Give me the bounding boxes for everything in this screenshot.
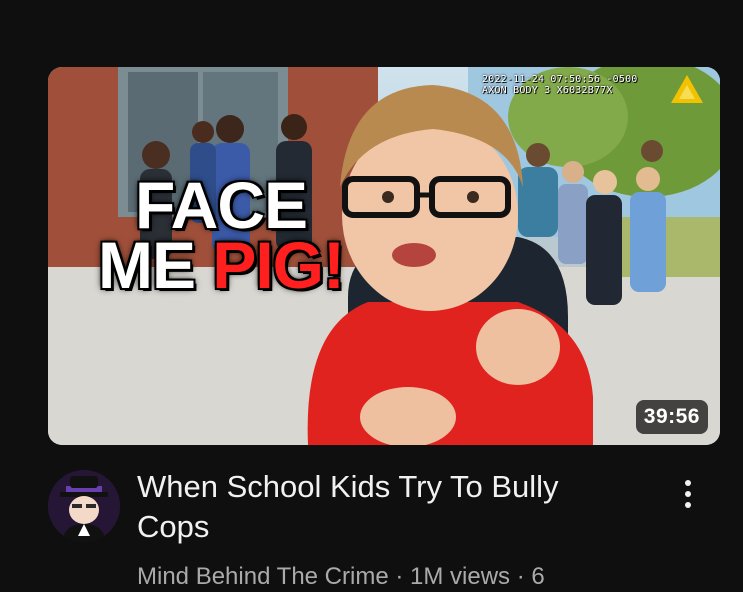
bodycam-timestamp: 2022-11-24 07:50:56 -0500 AXON BODY 3 X6…: [482, 74, 638, 96]
overlay-word-me: ME: [97, 228, 196, 302]
meta-separator: ·: [510, 563, 532, 590]
menu-dot: [685, 502, 691, 508]
menu-dot: [685, 480, 691, 486]
video-card[interactable]: 2022-11-24 07:50:56 -0500 AXON BODY 3 X6…: [0, 0, 743, 590]
more-vert-icon[interactable]: [668, 472, 708, 516]
thumbnail-overlay-text: FACE ME PIG!: [76, 168, 366, 298]
overlay-line-1: FACE: [134, 168, 308, 242]
channel-avatar-icon[interactable]: [48, 470, 120, 542]
upload-age: 6: [531, 563, 545, 590]
channel-name[interactable]: Mind Behind The Crime: [137, 563, 389, 590]
video-title[interactable]: When School Kids Try To Bully Cops: [137, 467, 617, 547]
overlay-word-pig: PIG!: [212, 228, 345, 302]
menu-dot: [685, 491, 691, 497]
video-thumbnail[interactable]: 2022-11-24 07:50:56 -0500 AXON BODY 3 X6…: [48, 67, 720, 445]
axon-logo-icon: [671, 75, 703, 103]
bodycam-device: AXON BODY 3 X6032B77X: [482, 85, 613, 96]
bodycam-date: 2022-11-24 07:50:56 -0500: [482, 74, 638, 85]
video-metadata: Mind Behind The Crime · 1M views · 6: [137, 562, 657, 592]
duration-badge: 39:56: [635, 400, 708, 434]
meta-separator: ·: [388, 563, 410, 590]
overlay-line-2: ME PIG!: [76, 232, 366, 298]
view-count: 1M views: [410, 563, 511, 590]
avatar-illustration: [48, 470, 120, 542]
